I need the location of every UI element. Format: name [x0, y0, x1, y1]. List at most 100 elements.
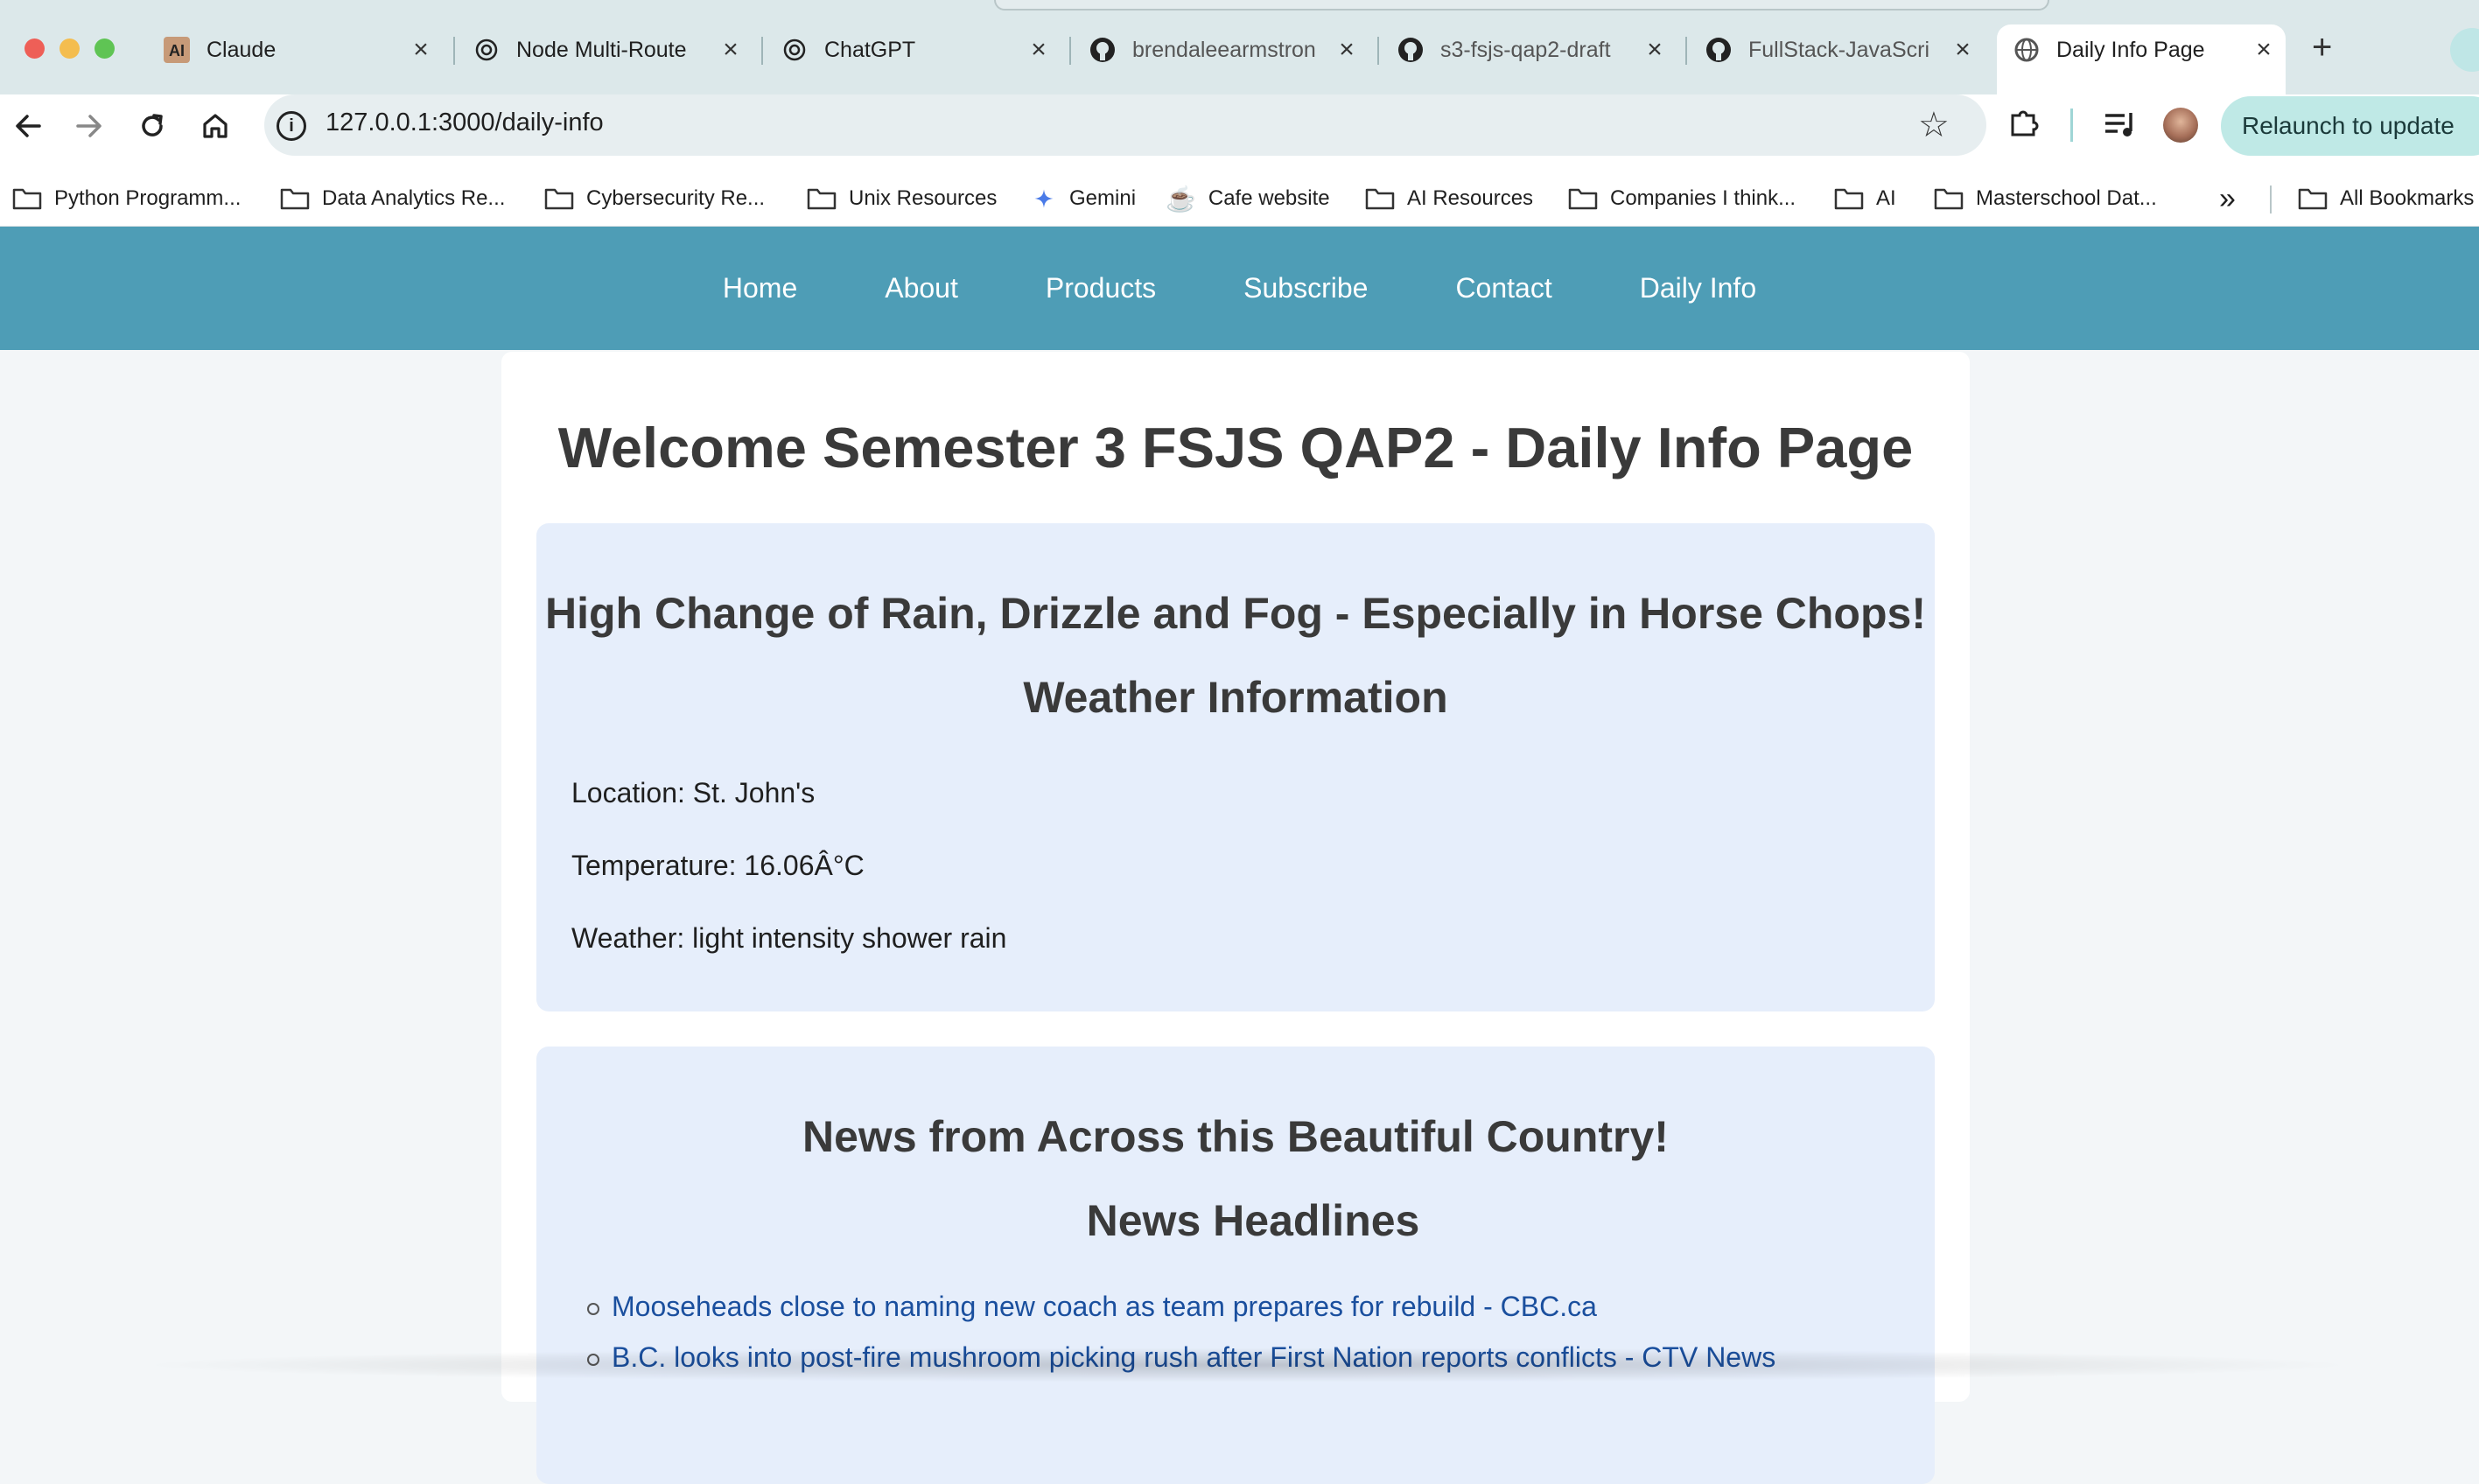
nav-link-products[interactable]: Products	[1046, 272, 1156, 304]
bookmark-label: Masterschool Dat...	[1976, 186, 2157, 210]
minimize-window-button[interactable]	[60, 38, 80, 59]
bookmark-star-icon[interactable]: ☆	[1918, 105, 1950, 145]
main-container: Welcome Semester 3 FSJS QAP2 - Daily Inf…	[501, 352, 1970, 1484]
back-arrow-icon[interactable]	[2, 100, 54, 152]
github-icon	[1397, 36, 1425, 64]
folder-icon	[1934, 188, 1964, 210]
github-icon	[1089, 36, 1117, 64]
folder-icon	[1365, 188, 1395, 210]
folder-icon	[280, 188, 310, 210]
bookmarks-bar: Python Programm... Data Analytics Re... …	[0, 172, 2479, 226]
close-tab-icon[interactable]: ×	[1950, 35, 1976, 65]
bookmark-folder[interactable]: Data Analytics Re...	[280, 172, 505, 226]
weather-heading: Weather Information	[1023, 673, 1448, 722]
github-icon	[1705, 36, 1733, 64]
bookmark-folder[interactable]: AI	[1834, 172, 1896, 226]
extensions-puzzle-icon[interactable]	[2007, 105, 2042, 144]
bookmark-folder[interactable]: Unix Resources	[807, 172, 997, 226]
nav-link-subscribe[interactable]: Subscribe	[1243, 272, 1368, 304]
more-menu-icon[interactable]: ⋮	[2471, 94, 2479, 154]
close-tab-icon[interactable]: ×	[408, 35, 434, 65]
nav-link-daily-info[interactable]: Daily Info	[1640, 272, 1756, 304]
site-info-icon[interactable]: i	[277, 111, 306, 141]
bookmark-label: Unix Resources	[849, 186, 998, 210]
all-bookmarks-folder[interactable]: All Bookmarks	[2298, 172, 2474, 226]
tab-title: s3-fsjs-qap2-draft	[1440, 37, 1611, 62]
weather-temperature: Temperature: 16.06Â°C	[571, 850, 865, 881]
bookmark-label: Python Programm...	[54, 186, 242, 210]
tab-title: ChatGPT	[824, 37, 916, 62]
bookmark-label: All Bookmarks	[2340, 186, 2475, 210]
tab-divider	[1685, 37, 1687, 65]
browser-tab[interactable]: FullStack-JavaScri ×	[1705, 24, 1976, 75]
toolbar-divider	[2070, 108, 2073, 142]
browser-tab[interactable]: s3-fsjs-qap2-draft ×	[1397, 24, 1668, 75]
bookmark-label: Cybersecurity Re...	[586, 186, 766, 210]
claude-icon: AI	[163, 36, 191, 64]
tab-title: FullStack-JavaScri	[1748, 37, 1929, 62]
tab-title: Daily Info Page	[2056, 37, 2205, 62]
new-tab-plus-icon[interactable]: +	[2312, 28, 2332, 67]
window-bottom-shadow	[131, 1348, 2363, 1382]
folder-icon	[807, 188, 837, 210]
browser-tab[interactable]: ChatGPT ×	[781, 24, 1052, 75]
reading-list-icon[interactable]	[2104, 108, 2139, 144]
folder-icon	[544, 188, 574, 210]
forward-arrow-icon[interactable]	[63, 100, 116, 152]
bookmark-gemini[interactable]: Gemini	[1031, 172, 1136, 226]
bookmark-label: Cafe website	[1208, 186, 1330, 210]
relaunch-to-update-button[interactable]: Relaunch to update ⋮	[2221, 96, 2479, 156]
bookmark-folder[interactable]: Cybersecurity Re...	[544, 172, 765, 226]
bookmark-label: Data Analytics Re...	[322, 186, 506, 210]
weather-location: Location: St. John's	[571, 777, 816, 808]
globe-icon	[2013, 36, 2041, 64]
bookmark-folder[interactable]: Companies I think...	[1568, 172, 1796, 226]
close-tab-icon[interactable]: ×	[1026, 35, 1052, 65]
news-headline-link[interactable]: Mooseheads close to naming new coach as …	[612, 1291, 1597, 1322]
browser-tab[interactable]: Node Multi-Route ×	[473, 24, 744, 75]
bookmark-folder[interactable]: Python Programm...	[12, 172, 241, 226]
close-tab-icon[interactable]: ×	[1642, 35, 1668, 65]
close-tab-icon[interactable]: ×	[2251, 35, 2277, 65]
close-window-button[interactable]	[25, 38, 45, 59]
bookmark-label: Gemini	[1069, 186, 1137, 210]
news-heading: News Headlines	[1086, 1196, 1420, 1245]
url-text[interactable]: 127.0.0.1:3000/daily-info	[326, 108, 604, 137]
list-item: Mooseheads close to naming new coach as …	[586, 1281, 1775, 1332]
tab-divider	[1069, 37, 1071, 65]
tab-divider	[453, 37, 455, 65]
tab-divider	[1377, 37, 1379, 65]
bookmark-cafe[interactable]: ☕ Cafe website	[1166, 172, 1330, 226]
folder-icon	[2298, 188, 2328, 210]
weather-conditions: Weather: light intensity shower rain	[571, 922, 1007, 954]
profile-avatar[interactable]	[2163, 108, 2198, 143]
tab-title: Claude	[207, 37, 277, 62]
browser-tab-active[interactable]: Daily Info Page ×	[1997, 24, 2286, 94]
folder-icon	[1568, 188, 1598, 210]
close-tab-icon[interactable]: ×	[718, 35, 744, 65]
browser-tab[interactable]: AI Claude ×	[163, 24, 434, 75]
bookmark-folder[interactable]: AI Resources	[1365, 172, 1533, 226]
svg-text:AI: AI	[169, 42, 185, 60]
weather-tagline: High Change of Rain, Drizzle and Fog - E…	[545, 589, 1926, 638]
tab-title: Node Multi-Route	[516, 37, 687, 62]
gemini-sparkle-icon	[1034, 189, 1054, 208]
bookmark-label: AI	[1876, 186, 1896, 210]
news-tagline: News from Across this Beautiful Country!	[802, 1112, 1669, 1161]
bookmarks-overflow-chevron-icon[interactable]: »	[2219, 172, 2236, 226]
nav-link-contact[interactable]: Contact	[1455, 272, 1551, 304]
reload-icon[interactable]	[126, 100, 179, 152]
nav-link-home[interactable]: Home	[723, 272, 797, 304]
coffee-cup-icon: ☕	[1166, 185, 1196, 213]
tab-title: brendaleearmstron	[1132, 37, 1316, 62]
nav-link-about[interactable]: About	[885, 272, 958, 304]
openai-icon	[781, 36, 809, 64]
weather-card: High Change of Rain, Drizzle and Fog - E…	[536, 523, 1935, 1012]
page-title: Welcome Semester 3 FSJS QAP2 - Daily Inf…	[557, 416, 1914, 480]
bookmark-label: Companies I think...	[1610, 186, 1796, 210]
maximize-window-button[interactable]	[95, 38, 115, 59]
home-icon[interactable]	[189, 100, 242, 152]
browser-tab[interactable]: brendaleearmstron ×	[1089, 24, 1360, 75]
close-tab-icon[interactable]: ×	[1334, 35, 1360, 65]
bookmark-folder[interactable]: Masterschool Dat...	[1934, 172, 2157, 226]
